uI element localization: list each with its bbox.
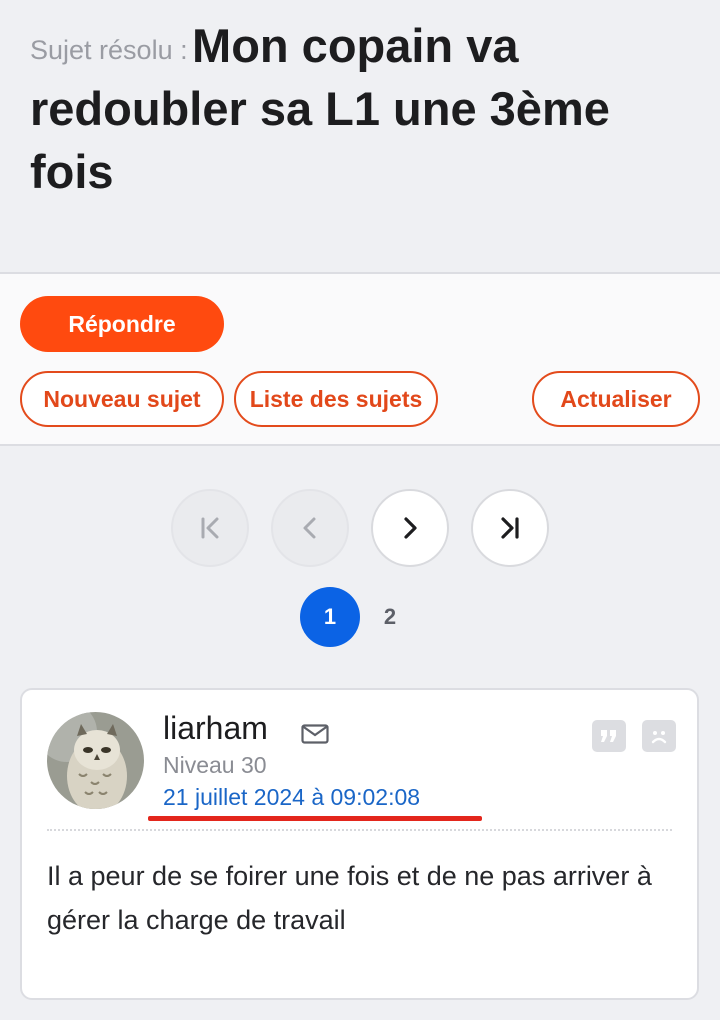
- chevron-left-icon: [303, 517, 316, 539]
- refresh-button[interactable]: Actualiser: [532, 371, 700, 427]
- post-body: Il a peur de se foirer une fois et de ne…: [47, 861, 652, 935]
- owl-avatar-image: [47, 712, 144, 809]
- action-bar: Répondre Nouveau sujet Liste des sujets …: [0, 272, 720, 446]
- first-page-button[interactable]: [171, 489, 249, 567]
- mail-icon[interactable]: [301, 724, 329, 749]
- last-page-icon: [501, 517, 519, 539]
- page-number-2[interactable]: 2: [360, 587, 420, 647]
- reply-button[interactable]: Répondre: [20, 296, 224, 352]
- post-username[interactable]: liarham: [163, 710, 268, 747]
- post-date-link[interactable]: 21 juillet 2024 à 09:02:08: [163, 784, 420, 811]
- red-underline-annotation: [148, 816, 482, 821]
- page-title: Sujet résolu : Mon copain va redoubler s…: [30, 14, 700, 203]
- post-divider: [47, 829, 672, 831]
- report-icon[interactable]: [642, 720, 676, 752]
- page-number-1[interactable]: 1: [300, 587, 360, 647]
- avatar[interactable]: [47, 712, 144, 809]
- user-level: Niveau 30: [163, 752, 267, 778]
- last-page-button[interactable]: [471, 489, 549, 567]
- next-page-button[interactable]: [371, 489, 449, 567]
- post-card: liarham Niveau 30 21 juillet 2024 à 09:0…: [20, 688, 699, 1000]
- previous-page-button[interactable]: [271, 489, 349, 567]
- new-topic-button[interactable]: Nouveau sujet: [20, 371, 224, 427]
- quote-icon[interactable]: [592, 720, 626, 752]
- resolved-label: Sujet résolu :: [30, 34, 188, 65]
- first-page-icon: [201, 517, 219, 539]
- topic-list-button[interactable]: Liste des sujets: [234, 371, 438, 427]
- chevron-right-icon: [404, 517, 417, 539]
